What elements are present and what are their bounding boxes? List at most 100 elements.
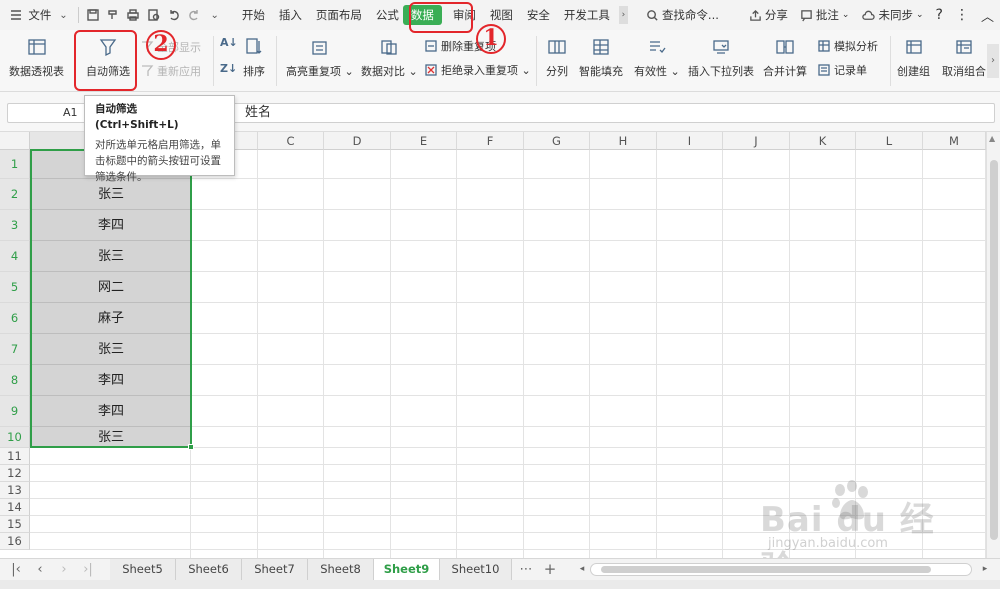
tab-insert[interactable]: 插入 (272, 0, 309, 30)
formula-input[interactable]: 姓名 (232, 103, 995, 123)
format-painter-icon[interactable] (105, 6, 121, 24)
tab-home[interactable]: 开始 (235, 0, 272, 30)
share-button[interactable]: 分享 (743, 7, 794, 23)
ribbon-scroll-right-icon[interactable]: › (987, 44, 999, 78)
row-header[interactable]: 6 (0, 303, 30, 334)
pivot-table-button[interactable]: 数据透视表 (9, 32, 64, 79)
sort-asc-button[interactable]: A↓ (220, 36, 238, 49)
row-header[interactable]: 5 (0, 272, 30, 303)
menu-icon[interactable] (8, 6, 24, 24)
tab-security[interactable]: 安全 (520, 0, 557, 30)
print-icon[interactable] (125, 6, 141, 24)
group-icon (903, 36, 925, 58)
print-preview-icon[interactable] (146, 6, 162, 24)
column-header[interactable]: E (391, 132, 457, 150)
record-form-label: 记录单 (834, 64, 867, 77)
row-header[interactable]: 8 (0, 365, 30, 396)
more-options-icon[interactable]: ⋮ (949, 7, 975, 23)
data-compare-button[interactable]: 数据对比 ⌄ (361, 32, 418, 79)
scroll-left-icon[interactable]: ◂ (572, 559, 592, 580)
consolidate-button[interactable]: 合并计算 (763, 32, 807, 79)
column-header[interactable]: M (923, 132, 986, 150)
data-validation-button[interactable]: 有效性 ⌄ (634, 32, 680, 79)
comment-button[interactable]: 批注 ⌄ (794, 7, 856, 23)
tab-scroll-right-icon[interactable]: › (618, 6, 628, 24)
create-group-button[interactable]: 创建组 (897, 32, 930, 79)
scroll-right-icon[interactable]: ▸ (975, 559, 995, 580)
row-header[interactable]: 9 (0, 396, 30, 427)
autofilter-tooltip: 自动筛选 (Ctrl+Shift+L) 对所选单元格启用筛选，单击标题中的箭头按… (84, 95, 235, 183)
first-sheet-icon[interactable]: |‹ (6, 559, 26, 580)
highlight-duplicates-button[interactable]: 高亮重复项 ⌄ (286, 32, 354, 79)
remove-duplicates-icon (425, 40, 437, 52)
redo-icon[interactable] (186, 6, 202, 24)
horizontal-scroll-thumb[interactable] (601, 566, 931, 573)
smart-fill-button[interactable]: 智能填充 (579, 32, 623, 79)
horizontal-scrollbar[interactable] (590, 563, 972, 576)
ungroup-button[interactable]: 取消组合 (942, 32, 986, 79)
row-header[interactable]: 7 (0, 334, 30, 365)
row-header[interactable]: 16 (0, 533, 30, 550)
row-header[interactable]: 3 (0, 210, 30, 241)
help-button[interactable]: ? (930, 7, 949, 23)
row-header[interactable]: 12 (0, 465, 30, 482)
sheet-tab[interactable]: Sheet10 (440, 559, 512, 580)
scroll-up-icon[interactable]: ▲ (989, 134, 995, 143)
row-header[interactable]: 1 (0, 150, 30, 179)
tab-formulas[interactable]: 公式 (369, 0, 399, 30)
grid-line (30, 481, 986, 482)
sort-desc-button[interactable]: Z↓ (220, 62, 237, 75)
row-header[interactable]: 14 (0, 499, 30, 516)
sheet-tab[interactable]: Sheet7 (242, 559, 308, 580)
sort-button[interactable]: 排序 (243, 32, 265, 79)
spreadsheet-grid[interactable]: ABCDEFGHIJKLM12345678910111213141516张三李四… (0, 132, 986, 558)
column-header[interactable]: F (457, 132, 524, 150)
column-header[interactable]: J (723, 132, 790, 150)
next-sheet-icon[interactable]: › (54, 559, 74, 580)
insert-dropdown-button[interactable]: 插入下拉列表 (688, 32, 754, 79)
more-icon[interactable]: ⌄ (207, 6, 223, 24)
row-header[interactable]: 15 (0, 516, 30, 533)
column-header[interactable]: C (258, 132, 324, 150)
what-if-analysis-button[interactable]: 模拟分析 (817, 38, 878, 54)
row-header[interactable]: 11 (0, 448, 30, 465)
column-header[interactable]: D (324, 132, 391, 150)
what-if-icon (818, 40, 830, 52)
reapply-button[interactable]: 重新应用 (140, 63, 201, 79)
text-to-columns-button[interactable]: 分列 (546, 32, 568, 79)
collapse-ribbon-icon[interactable]: ︿ (975, 6, 1000, 25)
fill-handle[interactable] (188, 444, 194, 450)
row-header[interactable]: 13 (0, 482, 30, 499)
column-header[interactable]: L (856, 132, 923, 150)
vertical-scroll-thumb[interactable] (990, 160, 998, 540)
column-header[interactable]: K (790, 132, 856, 150)
grid-line (30, 464, 986, 465)
sheet-tab[interactable]: Sheet6 (176, 559, 242, 580)
reject-duplicates-button[interactable]: 拒绝录入重复项 ⌄ (424, 62, 531, 78)
search-command[interactable]: 查找命令... (640, 7, 725, 23)
record-form-button[interactable]: 记录单 (817, 62, 867, 78)
sheet-tab[interactable]: Sheet5 (110, 559, 176, 580)
save-icon[interactable] (85, 6, 101, 24)
reapply-icon (142, 65, 154, 76)
row-header[interactable]: 2 (0, 179, 30, 210)
sheet-tab[interactable]: Sheet9 (374, 559, 440, 580)
add-sheet-icon[interactable]: + (540, 559, 560, 580)
vertical-scrollbar[interactable]: ▲ (986, 132, 1000, 558)
file-menu[interactable]: 文件 (26, 0, 53, 30)
more-sheets-icon[interactable]: ⋯ (516, 559, 536, 580)
sheet-tab[interactable]: Sheet8 (308, 559, 374, 580)
sync-button[interactable]: 未同步 ⌄ (855, 7, 929, 23)
undo-icon[interactable] (166, 6, 182, 24)
row-header[interactable]: 4 (0, 241, 30, 272)
tab-page-layout[interactable]: 页面布局 (309, 0, 369, 30)
last-sheet-icon[interactable]: ›| (78, 559, 98, 580)
column-header[interactable]: I (657, 132, 723, 150)
chevron-down-icon[interactable]: ⌄ (55, 6, 71, 24)
tab-developer[interactable]: 开发工具 (557, 0, 617, 30)
column-header[interactable]: G (524, 132, 590, 150)
select-all-corner[interactable] (0, 132, 30, 150)
column-header[interactable]: H (590, 132, 657, 150)
row-header[interactable]: 10 (0, 427, 30, 448)
prev-sheet-icon[interactable]: ‹ (30, 559, 50, 580)
